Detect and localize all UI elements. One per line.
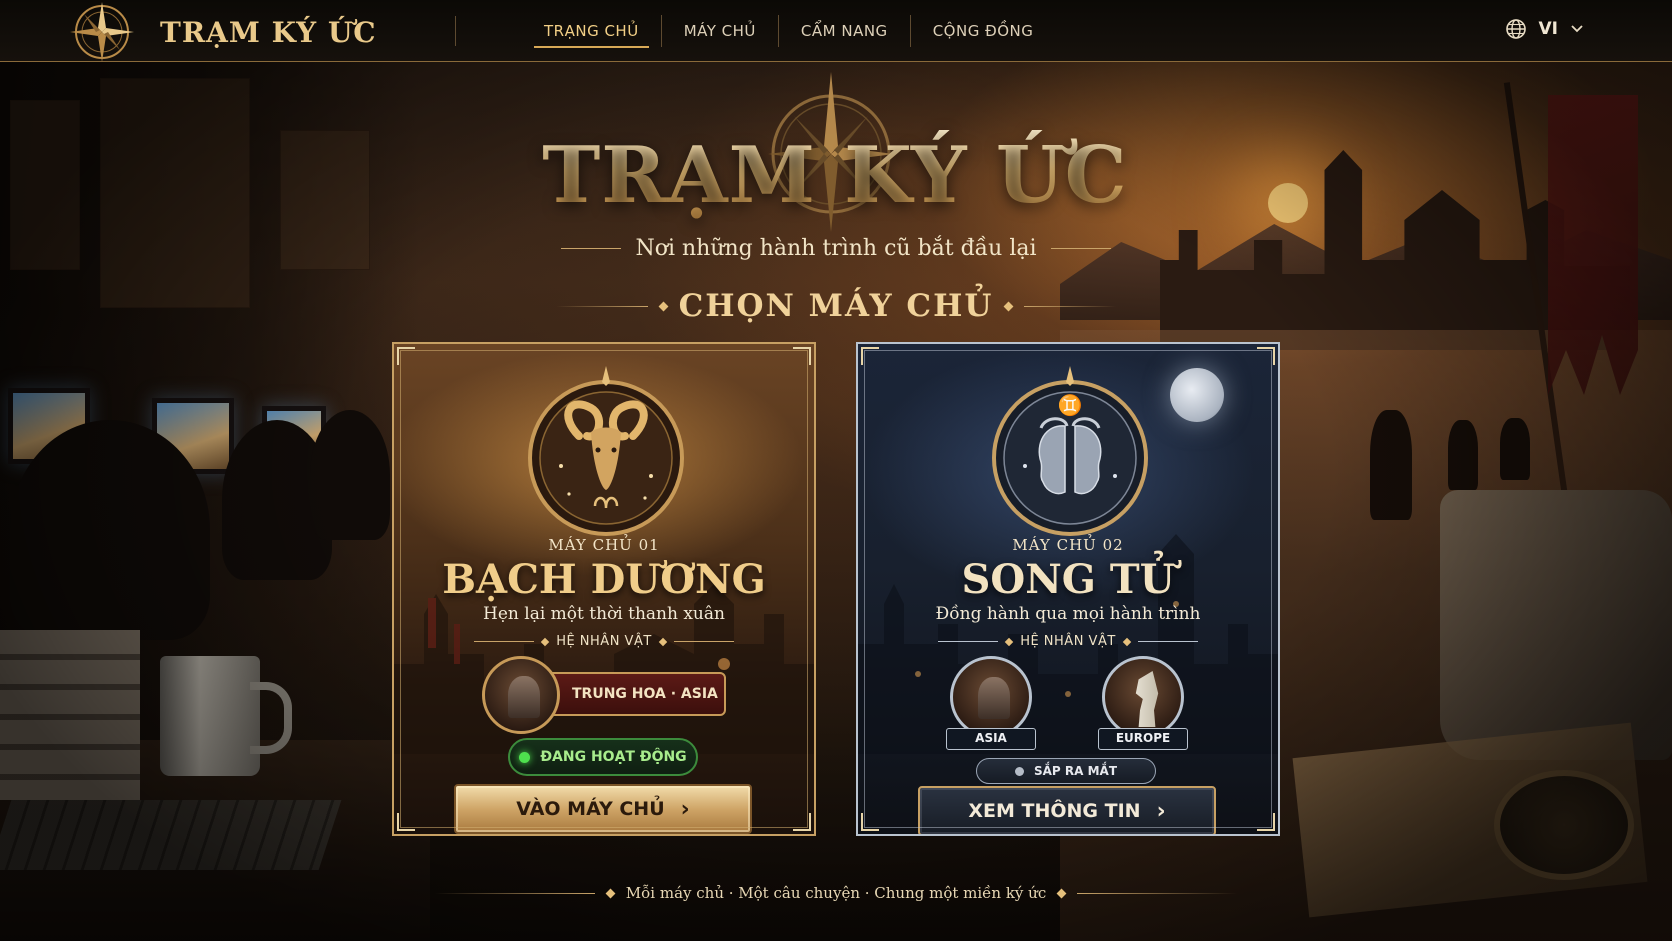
faction-label-text: HỆ NHÂN VẬT xyxy=(1020,634,1116,649)
server-name: SONG TỬ xyxy=(961,556,1175,603)
language-selector[interactable]: VI xyxy=(1505,18,1584,40)
nav-item-servers[interactable]: MÁY CHỦ xyxy=(668,0,772,62)
divider xyxy=(561,248,622,249)
status-badge: ĐANG HOẠT ĐỘNG xyxy=(508,738,698,776)
faction-tag: EUROPE xyxy=(1098,728,1188,750)
nav-item-guide[interactable]: CẨM NANG xyxy=(785,0,904,62)
card-corner xyxy=(397,347,415,365)
section-title-text: CHỌN MÁY CHỦ xyxy=(678,288,994,324)
faction-europe[interactable]: EUROPE xyxy=(1098,656,1188,750)
enter-server-button[interactable]: VÀO MÁY CHỦ › xyxy=(454,784,752,834)
faction-chinese[interactable]: TRUNG HOA · ASIA xyxy=(482,656,726,734)
footer-tagline: Mỗi máy chủ · Một câu chuyện · Chung một… xyxy=(426,884,1246,902)
diamond-icon xyxy=(658,301,669,311)
status-dot-icon xyxy=(519,751,531,763)
status-dot-icon xyxy=(1014,766,1024,776)
faction-label: HỆ NHÂN VẬT xyxy=(394,634,814,649)
top-navbar: TRẠM KÝ ỨC TRẠNG CHỦ MÁY CHỦ CẨM NANG CỘ… xyxy=(0,0,1672,62)
diamond-icon xyxy=(1004,637,1014,646)
main-nav: TRẠNG CHỦ MÁY CHỦ CẨM NANG CỘNG ĐỒNG xyxy=(528,0,1049,62)
server-tagline: Đồng hành qua mọi hành trình xyxy=(935,604,1201,624)
divider xyxy=(1024,305,1116,307)
divider xyxy=(556,305,648,307)
globe-icon xyxy=(1505,19,1526,39)
faction-asia[interactable]: ASIA xyxy=(946,656,1036,750)
server-tagline: Hẹn lại một thời thanh xuân xyxy=(483,604,725,624)
divider xyxy=(909,15,911,47)
card-corner xyxy=(861,347,879,365)
hero-subtitle-text: Nơi những hành trình cũ bắt đầu lại xyxy=(635,236,1037,261)
diamond-icon xyxy=(1003,301,1014,311)
faction-tag: ASIA xyxy=(946,728,1036,750)
divider xyxy=(673,641,734,642)
divider xyxy=(474,641,535,642)
diamond-icon xyxy=(605,888,616,898)
moon xyxy=(1170,368,1224,422)
view-info-button[interactable]: XEM THÔNG TIN › xyxy=(918,786,1216,834)
chess-knight-icon xyxy=(1102,656,1184,738)
compass-logo-icon xyxy=(70,2,134,62)
divider xyxy=(777,15,779,47)
card-corner xyxy=(793,347,811,365)
server-number: MÁY CHỦ 02 xyxy=(1012,536,1124,554)
svg-text:♊: ♊ xyxy=(1058,393,1083,417)
brand-name: TRẠM KÝ ỨC xyxy=(160,15,377,49)
button-label: XEM THÔNG TIN xyxy=(968,800,1141,822)
faction-label-text: HỆ NHÂN VẬT xyxy=(556,634,652,649)
section-title: CHỌN MÁY CHỦ xyxy=(556,288,1116,324)
diamond-icon xyxy=(658,637,668,646)
diamond-icon xyxy=(1122,637,1132,646)
divider xyxy=(660,15,662,47)
nav-item-home[interactable]: TRẠNG CHỦ xyxy=(528,0,655,62)
divider xyxy=(938,641,999,642)
card-corner xyxy=(1257,813,1275,831)
server-name: BẠCH DƯƠNG xyxy=(442,556,766,603)
guardian-lion-icon xyxy=(482,656,560,734)
knight-piece xyxy=(1135,671,1159,727)
guardian-lion-icon xyxy=(950,656,1032,738)
card-corner xyxy=(397,813,415,831)
server-number: MÁY CHỦ 01 xyxy=(548,536,660,554)
divider xyxy=(455,16,456,46)
divider xyxy=(1077,892,1238,894)
divider xyxy=(1137,641,1198,642)
status-badge: SẮP RA MẮT xyxy=(976,758,1156,784)
faction-name: TRUNG HOA · ASIA xyxy=(572,686,718,702)
chevron-right-icon: › xyxy=(680,796,690,822)
diamond-icon xyxy=(1056,888,1067,898)
server-card-aries[interactable]: MÁY CHỦ 01 BẠCH DƯƠNG Hẹn lại một thời t… xyxy=(392,342,816,836)
divider xyxy=(1050,248,1111,249)
aries-ram-icon xyxy=(528,366,684,536)
hero-title: TRẠM KÝ ỨC xyxy=(470,130,1200,221)
language-code: VI xyxy=(1538,19,1558,39)
chevron-right-icon: › xyxy=(1156,798,1166,824)
nav-item-community[interactable]: CỘNG ĐỒNG xyxy=(917,0,1050,62)
card-corner xyxy=(1257,347,1275,365)
status-text: SẮP RA MẮT xyxy=(1033,764,1118,778)
button-label: VÀO MÁY CHỦ xyxy=(516,798,665,820)
diamond-icon xyxy=(540,637,550,646)
status-text: ĐANG HOẠT ĐỘNG xyxy=(540,749,687,765)
divider xyxy=(434,892,595,894)
server-card-gemini[interactable]: ♊ MÁY CHỦ 02 SONG TỬ Đồng hành qua mọi h… xyxy=(856,342,1280,836)
faction-label: HỆ NHÂN VẬT xyxy=(858,634,1278,649)
brand[interactable]: TRẠM KÝ ỨC xyxy=(66,2,377,62)
gemini-twins-icon: ♊ xyxy=(992,366,1148,536)
card-corner xyxy=(793,813,811,831)
card-corner xyxy=(861,813,879,831)
footer-text: Mỗi máy chủ · Một câu chuyện · Chung một… xyxy=(625,884,1047,902)
lion-statue xyxy=(978,677,1010,719)
hero-subtitle: Nơi những hành trình cũ bắt đầu lại xyxy=(548,236,1124,261)
chevron-down-icon xyxy=(1571,25,1583,33)
lion-statue xyxy=(508,676,540,718)
